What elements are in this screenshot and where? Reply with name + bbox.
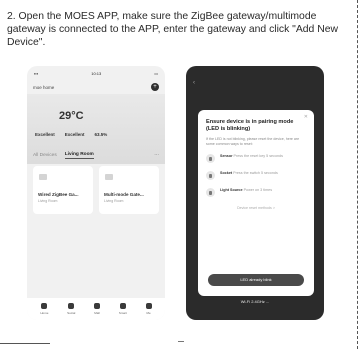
sensor-icon — [206, 154, 215, 164]
status-time: 10:13 — [91, 70, 102, 76]
light-bulb-icon — [206, 188, 215, 198]
reset-method-name: Socket — [220, 171, 233, 176]
reset-method-row: Sensor Press the reset key 5 seconds — [206, 154, 306, 164]
reset-method-row: Light Source Power on 3 times — [206, 188, 306, 198]
pairing-screen-screenshot: ‹ ✕ Ensure device is in pairing mode (LE… — [186, 66, 324, 320]
add-device-button[interactable]: + — [151, 83, 159, 91]
more-icon[interactable]: ··· — [154, 153, 159, 158]
socket-icon — [206, 171, 215, 181]
device-card[interactable]: Wired ZigBee Ga... Living Room — [33, 166, 93, 214]
gateway-icon — [105, 174, 113, 180]
network-info: Wi-Fi 2.4GHz ... — [240, 299, 270, 304]
device-card[interactable]: Multi-mode Gate... Living Room — [99, 166, 159, 214]
reset-method-name: Sensor — [220, 154, 233, 159]
profile-icon — [145, 303, 152, 309]
home-screen-screenshot: ▪▪▪ 10:13 ▭ moe home + 29°C Excellent Ex… — [27, 66, 165, 320]
footer-rule — [0, 343, 50, 344]
reset-method-row: Socket Press the switch 5 seconds — [206, 171, 306, 181]
back-icon[interactable]: ‹ — [193, 80, 195, 86]
reset-method-desc: Power on 3 times — [243, 188, 273, 193]
bottom-tab-bar: Home Social Mall Smart Me — [27, 298, 165, 320]
device-room: Living Room — [38, 199, 58, 203]
tab-living-room[interactable]: Living Room — [64, 152, 94, 159]
mall-icon — [94, 303, 101, 309]
tab-all-devices[interactable]: All Devices — [33, 153, 57, 158]
reset-method-name: Light Source — [220, 188, 243, 193]
dashed-border — [357, 0, 358, 349]
dialog-subtitle: If the LED is not blinking, please reset… — [206, 137, 300, 146]
smart-icon — [119, 303, 126, 309]
home-selector[interactable]: moe home — [33, 85, 54, 90]
tab-home[interactable]: Home — [40, 303, 48, 315]
led-already-blink-button[interactable]: LED already blink — [208, 274, 304, 286]
weather-stat: Excellent — [64, 132, 85, 137]
temperature: 29°C — [59, 110, 84, 122]
close-icon[interactable]: ✕ — [304, 114, 308, 120]
device-room: Living Room — [104, 199, 124, 203]
tab-smart[interactable]: Smart — [119, 303, 127, 315]
gateway-icon — [39, 174, 47, 180]
device-name: Wired ZigBee Ga... — [38, 192, 79, 197]
reset-methods-link[interactable]: Device reset methods > — [206, 206, 306, 210]
tab-mall[interactable]: Mall — [94, 303, 101, 315]
pairing-mode-dialog: ✕ Ensure device is in pairing mode (LED … — [198, 110, 314, 296]
social-icon — [68, 303, 75, 309]
page-mark — [178, 341, 184, 342]
home-header: moe home + — [33, 82, 159, 92]
home-icon — [41, 303, 48, 309]
reset-method-desc: Press the switch 5 seconds — [233, 171, 278, 176]
status-bar: ▪▪▪ 10:13 ▭ — [27, 69, 165, 77]
weather-stat: 63.5% — [94, 132, 108, 137]
dialog-title: Ensure device is in pairing mode (LED is… — [206, 119, 294, 132]
signal-icon: ▪▪▪ — [34, 70, 39, 76]
reset-method-desc: Press the reset key 5 seconds — [233, 154, 283, 159]
weather-stat: Excellent — [35, 132, 55, 137]
device-cards: Wired ZigBee Ga... Living Room Multi-mod… — [33, 166, 159, 214]
battery-icon: ▭ — [154, 70, 158, 76]
room-tabs: All Devices Living Room ··· — [33, 152, 159, 159]
device-name: Multi-mode Gate... — [104, 192, 144, 197]
instruction-text: 2. Open the MOES APP, make sure the ZigB… — [7, 11, 339, 48]
tab-me[interactable]: Me — [145, 303, 152, 315]
weather-stats: Excellent Excellent 63.5% — [35, 132, 107, 137]
tab-social[interactable]: Social — [67, 303, 75, 315]
